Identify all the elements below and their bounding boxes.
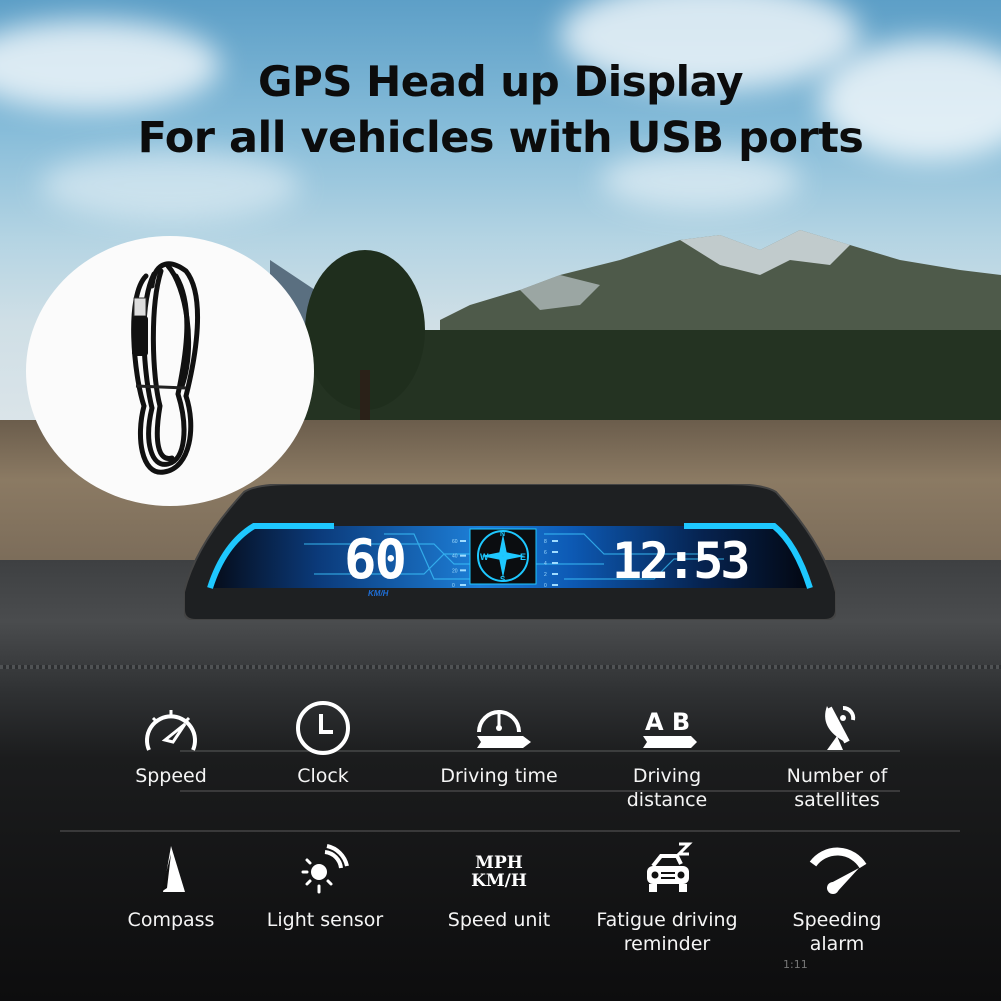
- compass-w-label: W: [480, 552, 489, 562]
- ab-distance-icon: A B: [643, 708, 697, 748]
- cable-tie: [135, 384, 187, 390]
- scale-tick: [460, 584, 466, 586]
- scale-tick-label: 0: [452, 583, 455, 589]
- scale-tick: [552, 551, 558, 553]
- clock-icon: [296, 701, 350, 755]
- feature-label: Compass: [127, 909, 215, 931]
- feature-light-sensor: Light sensor: [240, 842, 410, 932]
- feature-grid: Sppeed Clock Driving time A B Driving dis…: [0, 690, 1001, 960]
- feature-driving-distance: A B Driving distance: [582, 698, 752, 812]
- svg-text:MPH: MPH: [475, 853, 523, 873]
- feature-clock: Clock: [238, 698, 408, 788]
- usb-cable-inset: [26, 236, 314, 506]
- compass-n-label: N: [500, 531, 505, 538]
- scale-tick: [552, 584, 558, 586]
- svg-text:A B: A B: [645, 708, 690, 736]
- feature-label: Driving distance: [626, 765, 708, 811]
- hud-device: W E S N 60 KM/H 12:53 60 40 20 0 86420: [183, 483, 837, 621]
- scale-tick: [552, 573, 558, 575]
- clock-readout: 12:53: [612, 532, 748, 590]
- feature-label: Sppeed: [135, 765, 207, 787]
- feature-compass: Compass: [86, 842, 256, 932]
- feature-speed-unit: MPH KM/H Speed unit: [414, 842, 584, 932]
- scale-tick-label: 6: [544, 550, 547, 556]
- light-sensor-icon: [301, 844, 349, 894]
- feature-label: Clock: [297, 765, 349, 787]
- speeding-gauge-icon: [809, 847, 867, 894]
- scale-tick-label: 0: [544, 583, 547, 589]
- feature-speeding-alarm: Speeding alarm: [752, 842, 922, 956]
- usb-connector: [133, 297, 147, 317]
- speed-unit-label: KM/H: [368, 589, 389, 598]
- usb-plug-body: [132, 316, 148, 356]
- compass-s-label: S: [500, 575, 506, 584]
- scale-tick: [460, 554, 466, 557]
- feature-label: Speed unit: [447, 909, 551, 931]
- feature-fatigue-reminder: Fatigue driving reminder: [582, 842, 752, 956]
- speed-unit-icon: MPH KM/H: [471, 853, 527, 891]
- feature-label: Driving time: [440, 765, 558, 787]
- speedometer-icon: [145, 710, 197, 751]
- scale-tick-label: 60: [452, 539, 458, 545]
- usb-cable-icon: [131, 261, 201, 475]
- dashboard-stitching: [0, 665, 1001, 669]
- feature-driving-time: Driving time: [414, 698, 584, 788]
- feature-label: Fatigue driving reminder: [596, 909, 738, 955]
- scale-tick-label: 20: [452, 568, 458, 574]
- headline: GPS Head up Display For all vehicles wit…: [0, 52, 1001, 168]
- feature-label: Speeding alarm: [792, 909, 882, 955]
- speed-readout: 60: [344, 528, 405, 591]
- feature-label: Number of satellites: [786, 765, 888, 811]
- scale-tick-label: 40: [452, 554, 458, 560]
- svg-text:KM/H: KM/H: [471, 871, 527, 891]
- compass-e-label: E: [520, 552, 526, 562]
- feature-satellites: Number of satellites: [752, 698, 922, 812]
- scale-tick-label: 2: [544, 572, 547, 578]
- scale-tick: [552, 540, 558, 542]
- driving-time-icon: [477, 710, 531, 748]
- scale-tick: [460, 540, 466, 542]
- headline-line-1: GPS Head up Display: [257, 57, 744, 106]
- feature-label: Light sensor: [266, 909, 384, 931]
- scale-tick-label: 4: [544, 561, 547, 567]
- scale-tick: [552, 562, 558, 564]
- compass-arrow-icon: [161, 846, 185, 892]
- sleepy-car-icon: [647, 842, 693, 892]
- scale-tick-label: 8: [544, 539, 547, 545]
- satellite-dish-icon: [825, 706, 856, 750]
- scale-tick: [460, 569, 466, 572]
- headline-line-2: For all vehicles with USB ports: [137, 113, 864, 163]
- feature-speed: Sppeed: [86, 698, 256, 788]
